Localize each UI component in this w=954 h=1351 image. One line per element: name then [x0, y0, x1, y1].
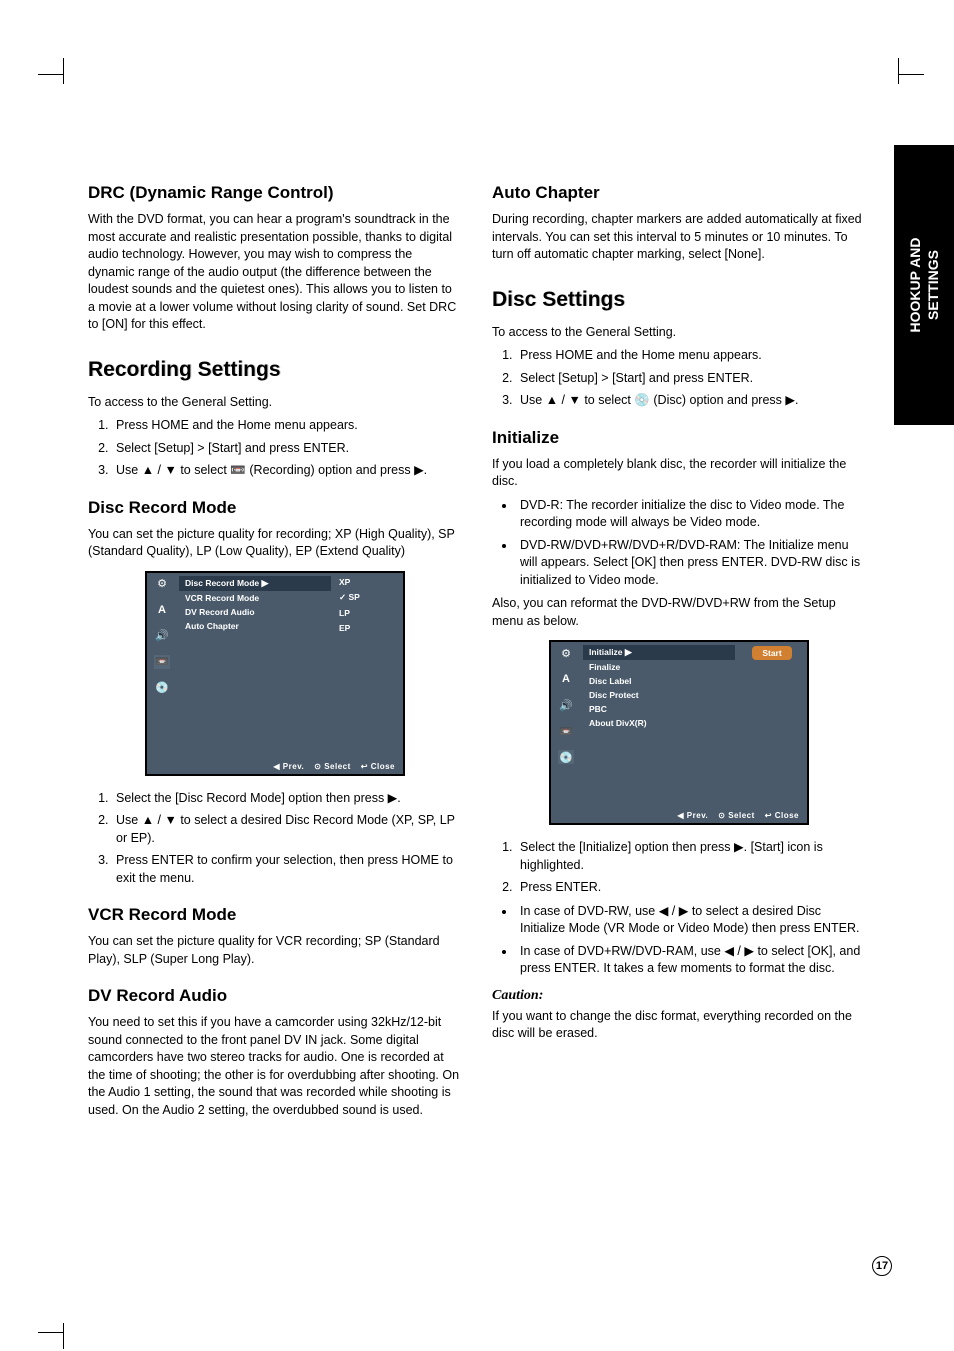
initialize-screenshot: ⚙ A 🔊 📼 💿 Initialize ▶ Finalize Disc Lab…: [549, 640, 809, 825]
disc-icon: 💿: [154, 681, 170, 695]
settings-icon: ⚙: [558, 646, 574, 660]
screenshot-options: XP ✓ SP LP EP: [333, 573, 403, 699]
audio-icon: 🔊: [154, 629, 170, 643]
recording-settings-heading: Recording Settings: [88, 358, 462, 382]
vcr-record-mode-heading: VCR Record Mode: [88, 905, 462, 925]
bullet: DVD-RW/DVD+RW/DVD+R/DVD-RAM: The Initial…: [516, 537, 866, 590]
disc-record-mode-body: You can set the picture quality for reco…: [88, 526, 462, 561]
recording-settings-steps: Press HOME and the Home menu appears. Se…: [88, 417, 462, 480]
step: Press ENTER to confirm your selection, t…: [112, 852, 462, 887]
dv-record-audio-body: You need to set this if you have a camco…: [88, 1014, 462, 1119]
page-content: DRC (Dynamic Range Control) With the DVD…: [48, 65, 906, 1125]
page-number: 17: [872, 1256, 892, 1276]
crop-mark: [63, 58, 64, 84]
crop-mark: [38, 1332, 64, 1333]
crop-mark: [898, 74, 924, 75]
option: LP: [337, 607, 399, 619]
menu-item: VCR Record Mode: [179, 591, 331, 605]
recording-icon: 📼: [558, 724, 574, 738]
step: Press ENTER.: [516, 879, 866, 897]
language-icon: A: [558, 672, 574, 686]
initialize-bullets2: In case of DVD-RW, use ◀ / ▶ to select a…: [492, 903, 866, 978]
step: Use ▲ / ▼ to select 💿 (Disc) option and …: [516, 392, 866, 410]
crop-mark: [63, 1323, 64, 1349]
recording-settings-intro: To access to the General Setting.: [88, 394, 462, 412]
crop-mark: [898, 58, 899, 84]
screenshot-icon-column: ⚙ A 🔊 📼 💿: [147, 573, 177, 699]
disc-settings-steps: Press HOME and the Home menu appears. Se…: [492, 347, 866, 410]
menu-item: Disc Label: [583, 674, 735, 688]
initialize-body2: Also, you can reformat the DVD-RW/DVD+RW…: [492, 595, 866, 630]
screenshot-footer: ◀ Prev.⊙ Select↩ Close: [147, 759, 403, 774]
disc-record-mode-screenshot: ⚙ A 🔊 📼 💿 Disc Record Mode ▶ VCR Record …: [145, 571, 405, 776]
right-column: Auto Chapter During recording, chapter m…: [492, 165, 866, 1125]
caution-label: Caution:: [492, 988, 866, 1004]
screenshot-menu: Disc Record Mode ▶ VCR Record Mode DV Re…: [177, 573, 333, 699]
step: Press HOME and the Home menu appears.: [112, 417, 462, 435]
screenshot-menu: Initialize ▶ Finalize Disc Label Disc Pr…: [581, 642, 737, 768]
menu-item: Initialize ▶: [583, 645, 735, 660]
vcr-record-mode-body: You can set the picture quality for VCR …: [88, 933, 462, 968]
initialize-steps: Select the [Initialize] option then pres…: [492, 839, 866, 897]
initialize-heading: Initialize: [492, 428, 866, 448]
settings-icon: ⚙: [154, 577, 170, 591]
menu-item: PBC: [583, 702, 735, 716]
drc-body: With the DVD format, you can hear a prog…: [88, 211, 462, 334]
audio-icon: 🔊: [558, 698, 574, 712]
step: Press HOME and the Home menu appears.: [516, 347, 866, 365]
side-tab-label: HOOKUP AND SETTINGS: [906, 238, 942, 333]
language-icon: A: [154, 603, 170, 617]
step: Select the [Disc Record Mode] option the…: [112, 790, 462, 808]
option: EP: [337, 622, 399, 634]
disc-record-mode-steps: Select the [Disc Record Mode] option the…: [88, 790, 462, 888]
step: Use ▲ / ▼ to select 📼 (Recording) option…: [112, 462, 462, 480]
caution-body: If you want to change the disc format, e…: [492, 1008, 866, 1043]
menu-item: Disc Record Mode ▶: [179, 576, 331, 591]
start-button: Start: [752, 646, 791, 660]
dv-record-audio-heading: DV Record Audio: [88, 986, 462, 1006]
crop-mark: [38, 74, 64, 75]
menu-item: DV Record Audio: [179, 605, 331, 619]
disc-settings-intro: To access to the General Setting.: [492, 324, 866, 342]
drc-heading: DRC (Dynamic Range Control): [88, 183, 462, 203]
screenshot-footer: ◀ Prev.⊙ Select↩ Close: [551, 808, 807, 823]
bullet: DVD-R: The recorder initialize the disc …: [516, 497, 866, 532]
auto-chapter-body: During recording, chapter markers are ad…: [492, 211, 866, 264]
screenshot-options: Start: [737, 642, 807, 768]
initialize-body1: If you load a completely blank disc, the…: [492, 456, 866, 491]
screenshot-icon-column: ⚙ A 🔊 📼 💿: [551, 642, 581, 768]
menu-item: Disc Protect: [583, 688, 735, 702]
initialize-bullets: DVD-R: The recorder initialize the disc …: [492, 497, 866, 590]
left-column: DRC (Dynamic Range Control) With the DVD…: [88, 165, 462, 1125]
bullet: In case of DVD-RW, use ◀ / ▶ to select a…: [516, 903, 866, 938]
menu-item: Finalize: [583, 660, 735, 674]
step: Select the [Initialize] option then pres…: [516, 839, 866, 874]
disc-settings-heading: Disc Settings: [492, 288, 866, 312]
auto-chapter-heading: Auto Chapter: [492, 183, 866, 203]
disc-record-mode-heading: Disc Record Mode: [88, 498, 462, 518]
bullet: In case of DVD+RW/DVD-RAM, use ◀ / ▶ to …: [516, 943, 866, 978]
option: ✓ SP: [337, 591, 399, 604]
side-tab: HOOKUP AND SETTINGS: [894, 145, 954, 425]
step: Select [Setup] > [Start] and press ENTER…: [112, 440, 462, 458]
menu-item: About DivX(R): [583, 716, 735, 730]
step: Select [Setup] > [Start] and press ENTER…: [516, 370, 866, 388]
menu-item: Auto Chapter: [179, 619, 331, 633]
step: Use ▲ / ▼ to select a desired Disc Recor…: [112, 812, 462, 847]
recording-icon: 📼: [154, 655, 170, 669]
disc-icon: 💿: [558, 750, 574, 764]
option: XP: [337, 576, 399, 588]
